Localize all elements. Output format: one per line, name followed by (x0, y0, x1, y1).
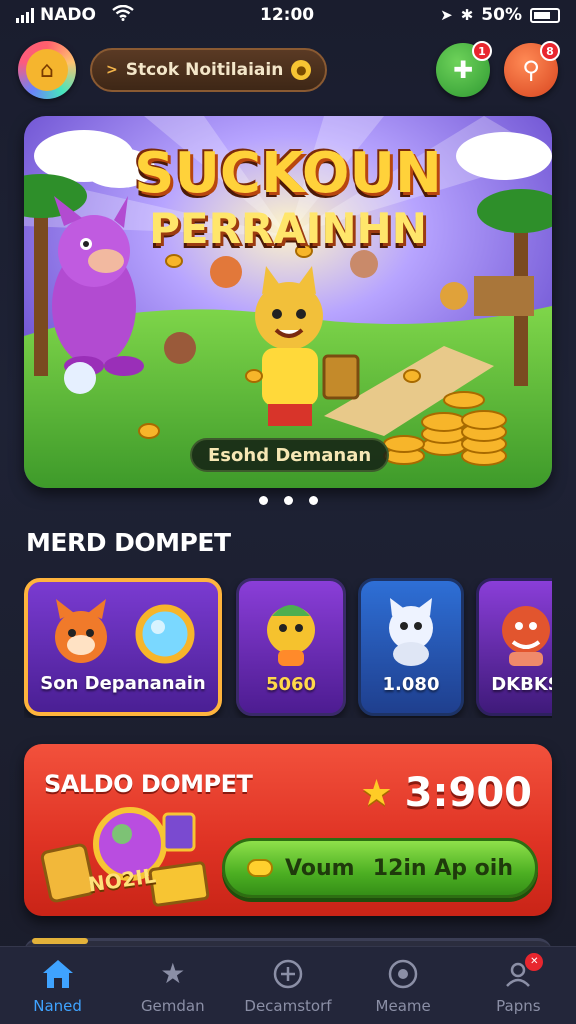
chat-icon (386, 957, 420, 991)
nav-item-home[interactable]: Naned (3, 957, 113, 1015)
status-time: 12:00 (259, 5, 315, 25)
stock-pill[interactable]: > Stcok Noitilaiain ● (90, 48, 328, 92)
hero-title-line1: SUCKOUN (134, 141, 442, 206)
saldo-value: 3:900 (404, 770, 532, 816)
search-user-icon: ⚲ (522, 56, 540, 84)
card-row: Son Depananain 5060 1.080 DKBKS (24, 578, 552, 718)
hero-title-line2: PERRAINHN (149, 204, 427, 253)
nav-item-meame[interactable]: Meame (348, 957, 458, 1015)
battery-percent: 50% (481, 5, 522, 25)
chevron-right-icon: > (106, 62, 118, 78)
nav-label: Decamstorf (244, 996, 332, 1015)
status-right: ➤ ✱ 50% (440, 5, 560, 25)
puzzle-button[interactable]: ✚ 1 (436, 41, 492, 97)
saldo-action-button[interactable]: Voum 12in Ap oih (222, 838, 538, 898)
location-icon: ➤ (440, 6, 453, 24)
coin-icon: ● (291, 60, 312, 80)
saldo-button-left: Voum (285, 855, 355, 881)
carousel-dot[interactable] (283, 496, 293, 505)
nav-item-papns[interactable]: ✕ Papns (463, 952, 573, 1015)
status-bar: NADO 12:00 ➤ ✱ 50% (0, 0, 576, 30)
star-icon: ★ (160, 957, 186, 990)
signal-icon (16, 7, 34, 23)
coin-icon (247, 859, 273, 877)
card-label: Son Depananain (40, 673, 206, 694)
creature-icon (267, 605, 315, 666)
stock-pill-label: Stcok Noitilaiain (125, 60, 284, 80)
monster-icon (502, 606, 550, 666)
profile-button[interactable]: ⚲ 8 (504, 41, 560, 97)
nav-item-gemdan[interactable]: ★ Gemdan (118, 957, 228, 1015)
profile-icon: ✕ (501, 952, 544, 991)
card-item[interactable]: 5060 (236, 578, 346, 716)
hero-caption[interactable]: Esohd Demanan (190, 438, 390, 472)
saldo-amount: ★ 3:900 (360, 770, 532, 816)
nav-label: Naned (33, 996, 82, 1015)
hero-banner[interactable]: SUCKOUN PERRAINHN Esohd Demanan (24, 116, 552, 488)
carousel-dot[interactable] (258, 496, 268, 505)
carousel-dots (0, 496, 576, 505)
nav-item-decamstorf[interactable]: Decamstorf (233, 957, 343, 1015)
card-art (479, 593, 552, 673)
plus-circle-icon (271, 957, 305, 991)
notification-badge: 1 (472, 41, 492, 61)
card-label: DKBKS (491, 674, 552, 695)
card-art (28, 594, 218, 674)
card-item[interactable]: 1.080 (358, 578, 464, 716)
dog-icon (389, 598, 433, 666)
nav-badge: ✕ (525, 952, 544, 971)
section-title: MERD DOMPET (26, 528, 231, 557)
header: ⌂ > Stcok Noitilaiain ● ✚ 1 ⚲ 8 (0, 38, 576, 102)
treasure-illustration (40, 807, 210, 907)
hero-title: SUCKOUN PERRAINHN (24, 146, 552, 250)
saldo-button-right: 12in Ap oih (372, 855, 513, 881)
puzzle-icon: ✚ (452, 56, 474, 84)
card-item[interactable]: DKBKS (476, 578, 552, 716)
status-left: NADO (16, 4, 134, 26)
orb-icon (135, 604, 195, 664)
fox-icon (55, 599, 107, 663)
home-icon (41, 957, 75, 991)
carrier-label: NADO (40, 5, 96, 25)
card-art (361, 593, 461, 673)
star-icon: ★ (360, 772, 393, 814)
card-art (239, 593, 343, 673)
house-icon: ⌂ (26, 49, 68, 91)
carousel-dot[interactable] (308, 496, 318, 505)
nav-label: Meame (375, 996, 431, 1015)
battery-icon (530, 7, 560, 23)
saldo-title: SALDO DOMPET (44, 770, 253, 798)
wifi-icon (112, 4, 134, 26)
bottom-nav: Naned ★ Gemdan Decamstorf Meame ✕ Papns (0, 946, 576, 1024)
avatar[interactable]: ⌂ (18, 41, 76, 99)
saldo-panel: SALDO DOMPET ★ 3:900 NO2IL Voum 12in Ap … (24, 744, 552, 916)
card-label: 1.080 (382, 674, 440, 695)
nav-label: Gemdan (140, 996, 205, 1015)
card-label: 5060 (265, 674, 317, 695)
peek-accent (32, 938, 88, 944)
card-item[interactable]: Son Depananain (24, 578, 222, 716)
profile-badge: 8 (540, 41, 560, 61)
nav-label: Papns (496, 996, 541, 1015)
bluetooth-icon: ✱ (460, 6, 474, 24)
